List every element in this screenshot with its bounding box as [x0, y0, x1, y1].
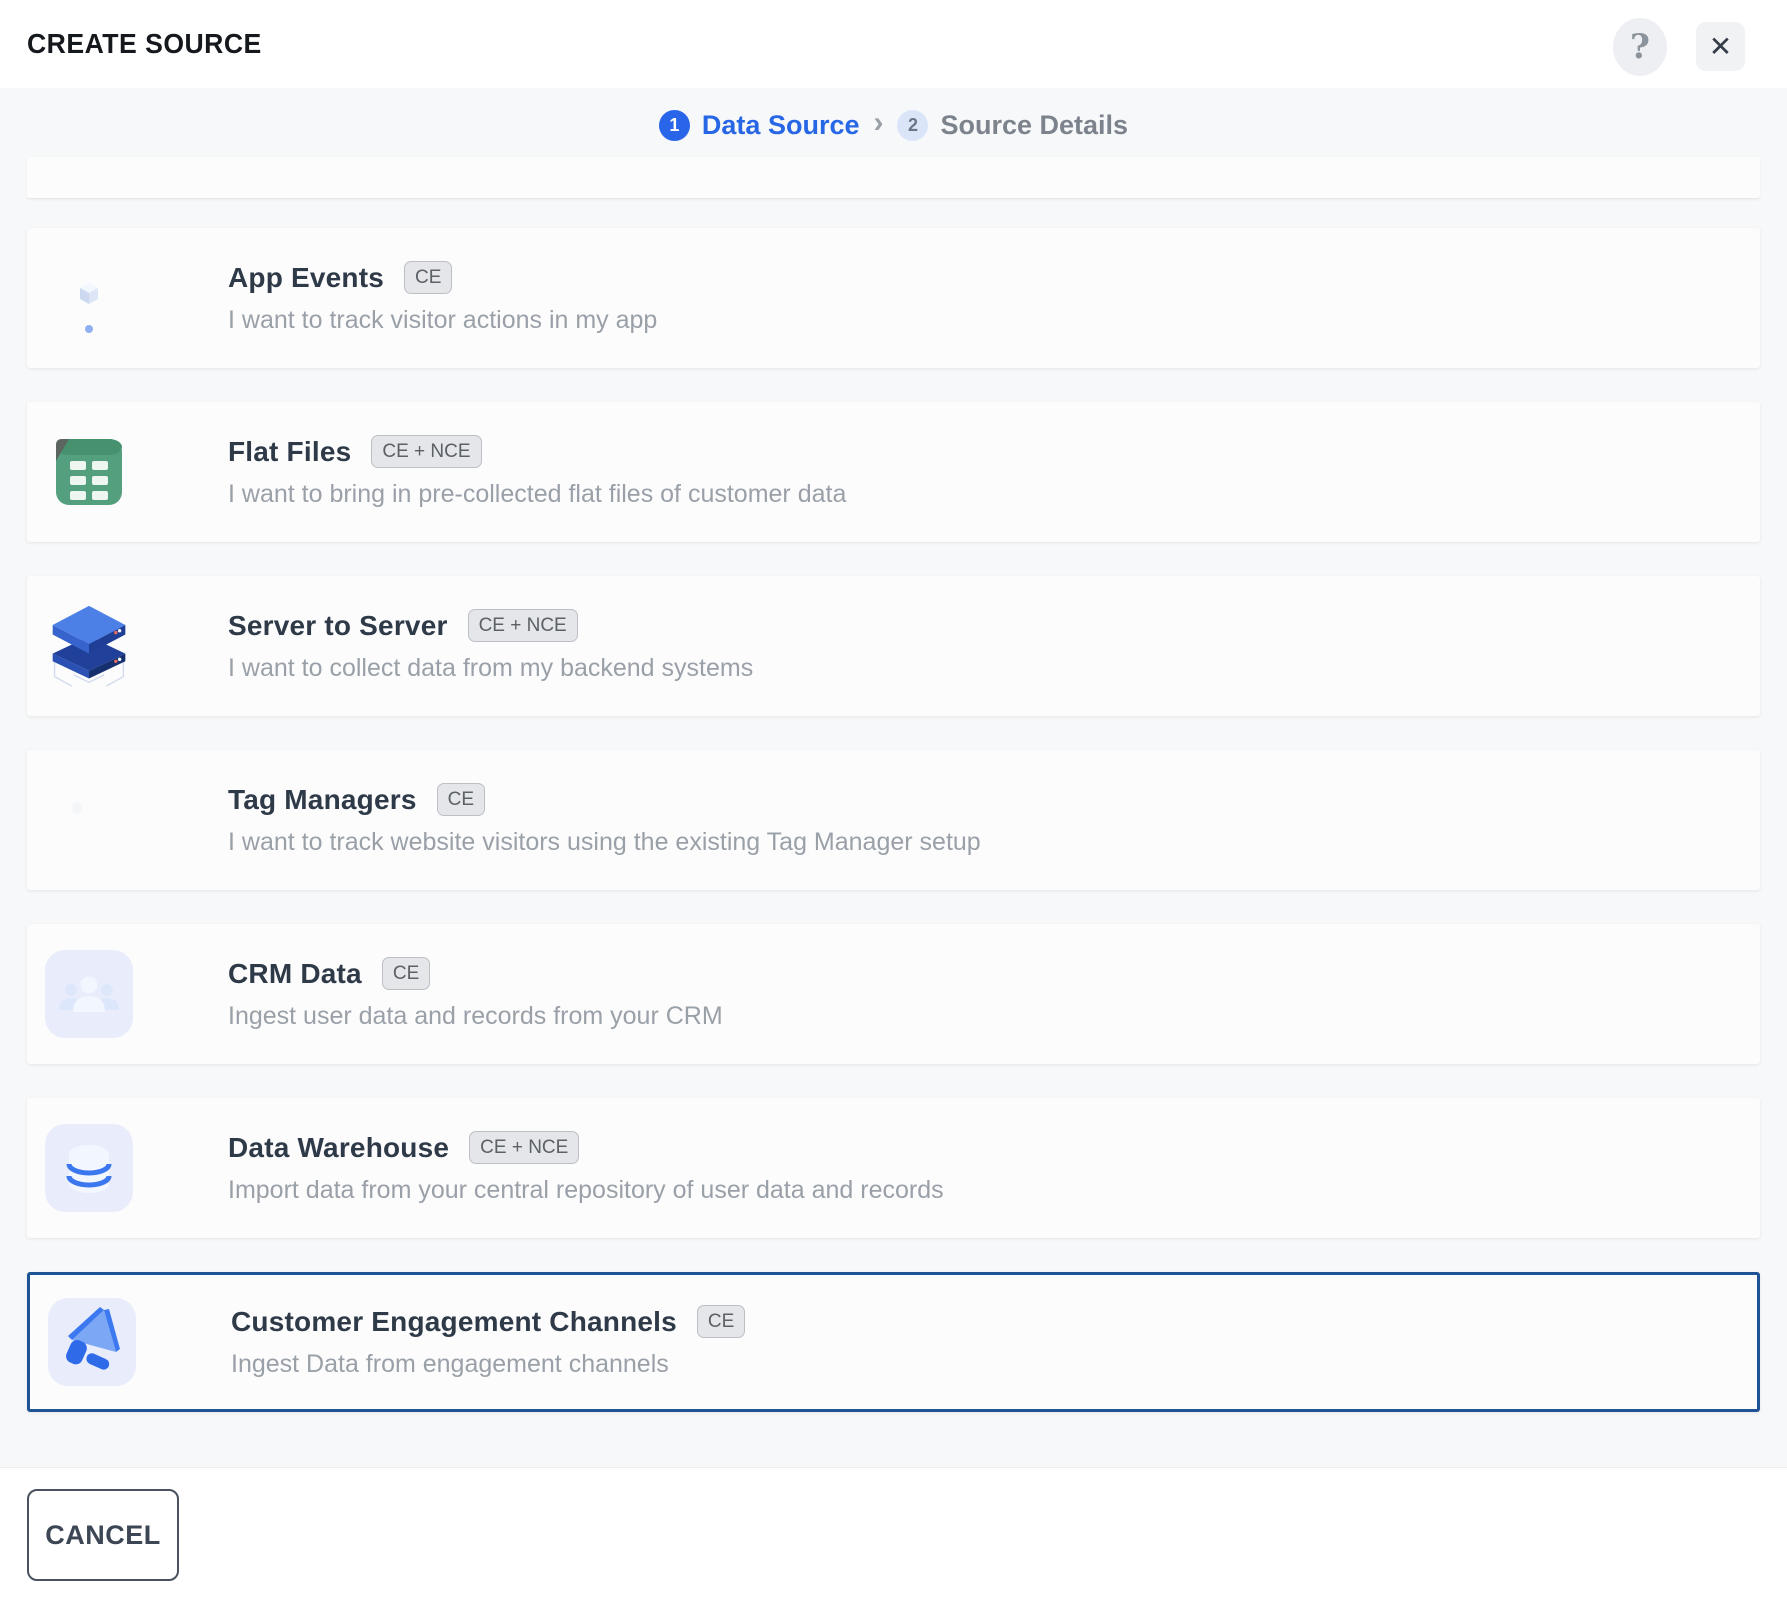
megaphone-icon — [48, 1298, 136, 1386]
spreadsheet-icon — [56, 439, 122, 505]
step-2-circle: 2 — [897, 110, 928, 141]
dialog-header: CREATE SOURCE ? ✕ — [0, 0, 1787, 88]
close-button[interactable]: ✕ — [1696, 22, 1745, 71]
source-description: Import data from your central repository… — [228, 1176, 944, 1205]
source-badge: CE — [437, 783, 485, 816]
source-badge: CE — [404, 261, 452, 294]
source-badge: CE + NCE — [469, 1131, 579, 1164]
source-title: Data Warehouse — [228, 1132, 449, 1164]
dialog-footer: CANCEL — [0, 1467, 1787, 1602]
source-icon-slot — [45, 602, 133, 690]
source-icon-slot — [45, 254, 133, 342]
source-badge: CE + NCE — [371, 435, 481, 468]
page-title: CREATE SOURCE — [27, 28, 262, 60]
source-card-crm-data[interactable]: CRM Data CE Ingest user data and records… — [27, 924, 1760, 1064]
source-card-flat-files[interactable]: Flat Files CE + NCE I want to bring in p… — [27, 402, 1760, 542]
source-card-server-to-server[interactable]: Server to Server CE + NCE I want to coll… — [27, 576, 1760, 716]
source-title: CRM Data — [228, 958, 362, 990]
source-title: Customer Engagement Channels — [231, 1306, 677, 1338]
question-mark-icon: ? — [1630, 27, 1650, 67]
source-icon-slot — [48, 1298, 136, 1386]
source-card-customer-engagement-channels[interactable]: Customer Engagement Channels CE Ingest D… — [27, 1272, 1760, 1412]
source-title: Server to Server — [228, 610, 448, 642]
source-card-partial[interactable] — [27, 157, 1760, 199]
source-icon-slot — [45, 428, 133, 516]
source-list-panel: 1 Data Source › 2 Source Details App E — [0, 88, 1787, 1467]
source-icon-slot — [45, 950, 133, 1038]
step-2-label: Source Details — [940, 110, 1128, 141]
mobile-app-icon — [64, 259, 114, 337]
source-card-data-warehouse[interactable]: Data Warehouse CE + NCE Import data from… — [27, 1098, 1760, 1238]
source-title: Tag Managers — [228, 784, 417, 816]
stepper: 1 Data Source › 2 Source Details — [27, 88, 1760, 156]
tag-icon — [47, 778, 131, 862]
source-title: Flat Files — [228, 436, 351, 468]
source-description: I want to collect data from my backend s… — [228, 654, 753, 683]
source-badge: CE + NCE — [468, 609, 578, 642]
source-icon-slot — [45, 1124, 133, 1212]
step-1-circle: 1 — [659, 110, 690, 141]
source-description: I want to track website visitors using t… — [228, 828, 981, 857]
source-badge: CE — [697, 1305, 745, 1338]
server-stack-icon — [45, 600, 133, 692]
source-description: I want to track visitor actions in my ap… — [228, 306, 657, 335]
source-card-app-events[interactable]: App Events CE I want to track visitor ac… — [27, 228, 1760, 368]
step-1-label: Data Source — [702, 110, 860, 141]
help-button[interactable]: ? — [1613, 18, 1667, 76]
source-description: Ingest Data from engagement channels — [231, 1350, 745, 1379]
source-title: App Events — [228, 262, 384, 294]
source-icon-slot — [45, 776, 133, 864]
people-icon — [45, 950, 133, 1038]
database-icon — [45, 1124, 133, 1212]
source-card-tag-managers[interactable]: Tag Managers CE I want to track website … — [27, 750, 1760, 890]
step-data-source[interactable]: 1 Data Source — [659, 110, 860, 141]
cancel-button[interactable]: CANCEL — [27, 1489, 179, 1581]
source-badge: CE — [382, 957, 430, 990]
source-description: Ingest user data and records from your C… — [228, 1002, 723, 1031]
source-card-list: App Events CE I want to track visitor ac… — [27, 228, 1760, 1412]
chevron-right-icon: › — [873, 106, 883, 140]
close-icon: ✕ — [1709, 33, 1732, 61]
source-description: I want to bring in pre-collected flat fi… — [228, 480, 846, 509]
step-source-details[interactable]: 2 Source Details — [897, 110, 1128, 141]
